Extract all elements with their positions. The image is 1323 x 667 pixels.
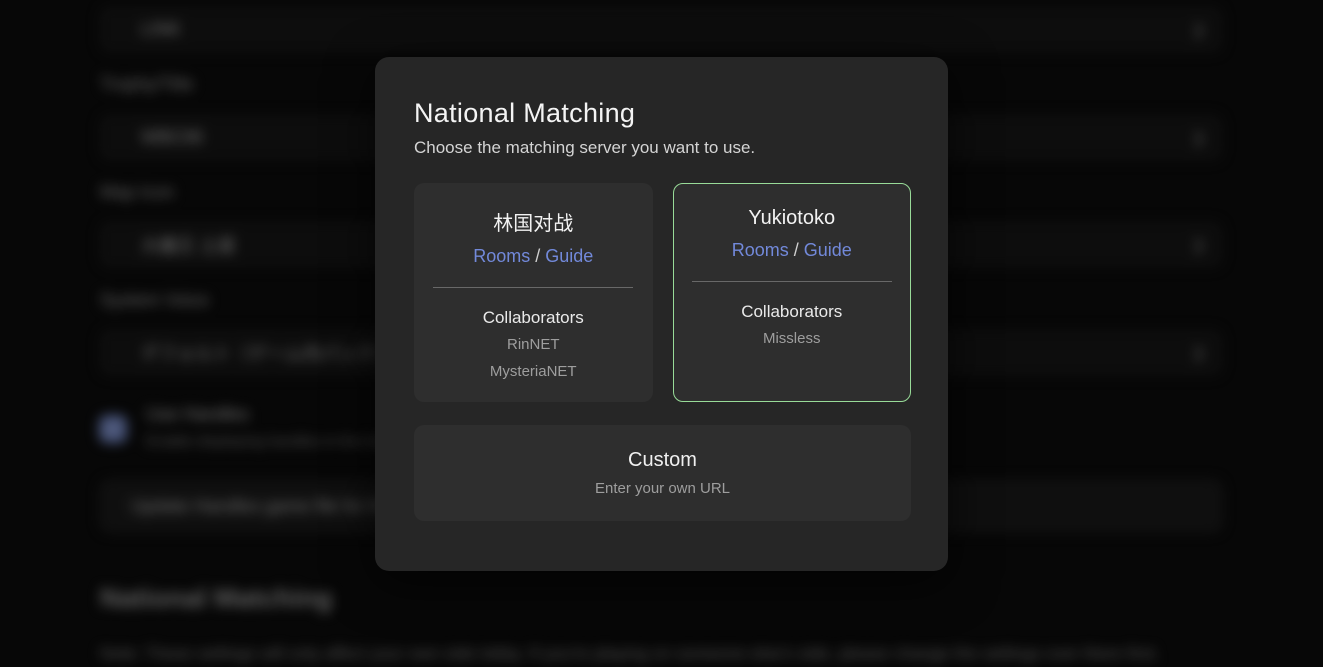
card-divider <box>433 287 633 288</box>
custom-card-subtitle: Enter your own URL <box>595 480 730 497</box>
link-separator: / <box>794 240 799 260</box>
server-name: Yukiotoko <box>674 207 911 230</box>
server-card-linguo[interactable]: 林国对战 Rooms/Guide Collaborators RinNET My… <box>414 183 653 402</box>
collaborator-name: Missless <box>674 328 911 349</box>
server-links: Rooms/Guide <box>415 246 652 267</box>
collaborators-heading: Collaborators <box>674 302 911 322</box>
server-options-row: 林国对战 Rooms/Guide Collaborators RinNET My… <box>414 183 911 402</box>
guide-link[interactable]: Guide <box>545 246 593 266</box>
server-links: Rooms/Guide <box>674 240 911 261</box>
dialog-subtitle: Choose the matching server you want to u… <box>414 138 911 158</box>
rooms-link[interactable]: Rooms <box>732 240 789 260</box>
server-card-yukiotoko[interactable]: Yukiotoko Rooms/Guide Collaborators Miss… <box>673 183 912 402</box>
rooms-link[interactable]: Rooms <box>473 246 530 266</box>
collaborator-name: MysteriaNET <box>415 361 652 382</box>
guide-link[interactable]: Guide <box>804 240 852 260</box>
custom-card-title: Custom <box>628 449 697 472</box>
collaborator-name: RinNET <box>415 334 652 355</box>
card-divider <box>692 281 892 282</box>
server-name: 林国对战 <box>415 207 652 236</box>
app-window: LINK ❯ Trophy/Title WBC06 ❯ Map Icon 大魔王… <box>0 0 1323 667</box>
custom-server-card[interactable]: Custom Enter your own URL <box>414 425 911 521</box>
national-matching-dialog: National Matching Choose the matching se… <box>375 57 948 571</box>
collaborators-heading: Collaborators <box>415 308 652 328</box>
link-separator: / <box>535 246 540 266</box>
dialog-title: National Matching <box>414 98 911 129</box>
